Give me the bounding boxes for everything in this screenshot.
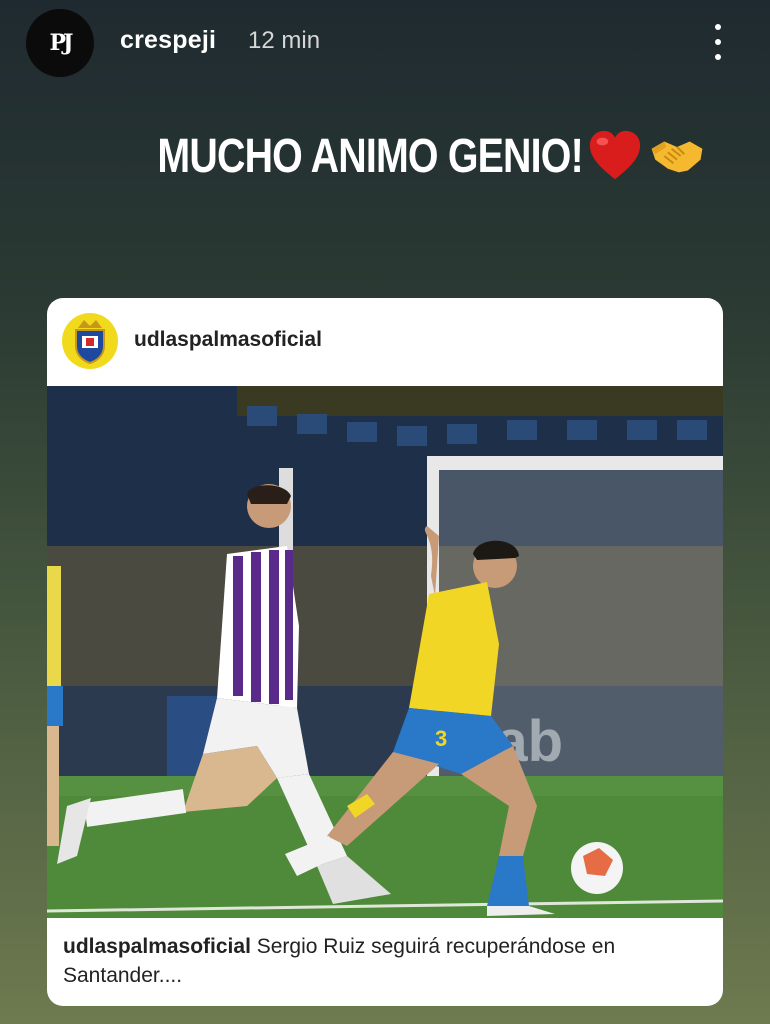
club-crest-avatar[interactable] <box>62 313 118 369</box>
more-options-button[interactable] <box>700 20 736 64</box>
shared-post-card[interactable]: udlaspalmasoficial ixab <box>47 298 723 1006</box>
profile-avatar[interactable]: PJ <box>26 9 94 77</box>
more-dot-icon <box>715 39 721 45</box>
red-heart-icon <box>590 130 641 180</box>
story-text-sticker: MUCHO ANIMO GENIO! <box>0 126 770 186</box>
jersey-number: 3 <box>435 726 447 751</box>
caption-username[interactable]: udlaspalmasoficial <box>63 935 251 958</box>
post-header: udlaspalmasoficial <box>47 298 723 386</box>
story-caption: MUCHO ANIMO GENIO! <box>156 129 583 183</box>
more-dot-icon <box>715 54 721 60</box>
more-dot-icon <box>715 24 721 30</box>
post-username[interactable]: udlaspalmasoficial <box>134 328 322 352</box>
post-caption: udlaspalmasoficial Sergio Ruiz seguirá r… <box>63 932 713 990</box>
handshake-icon <box>652 141 703 173</box>
avatar-monogram: PJ <box>49 30 74 56</box>
club-crest-icon <box>75 320 105 364</box>
story-username[interactable]: crespeji <box>120 26 216 55</box>
story-header: PJ crespeji 12 min <box>0 0 770 90</box>
story-timestamp: 12 min <box>248 27 321 54</box>
post-photo[interactable]: ixab <box>47 386 723 918</box>
